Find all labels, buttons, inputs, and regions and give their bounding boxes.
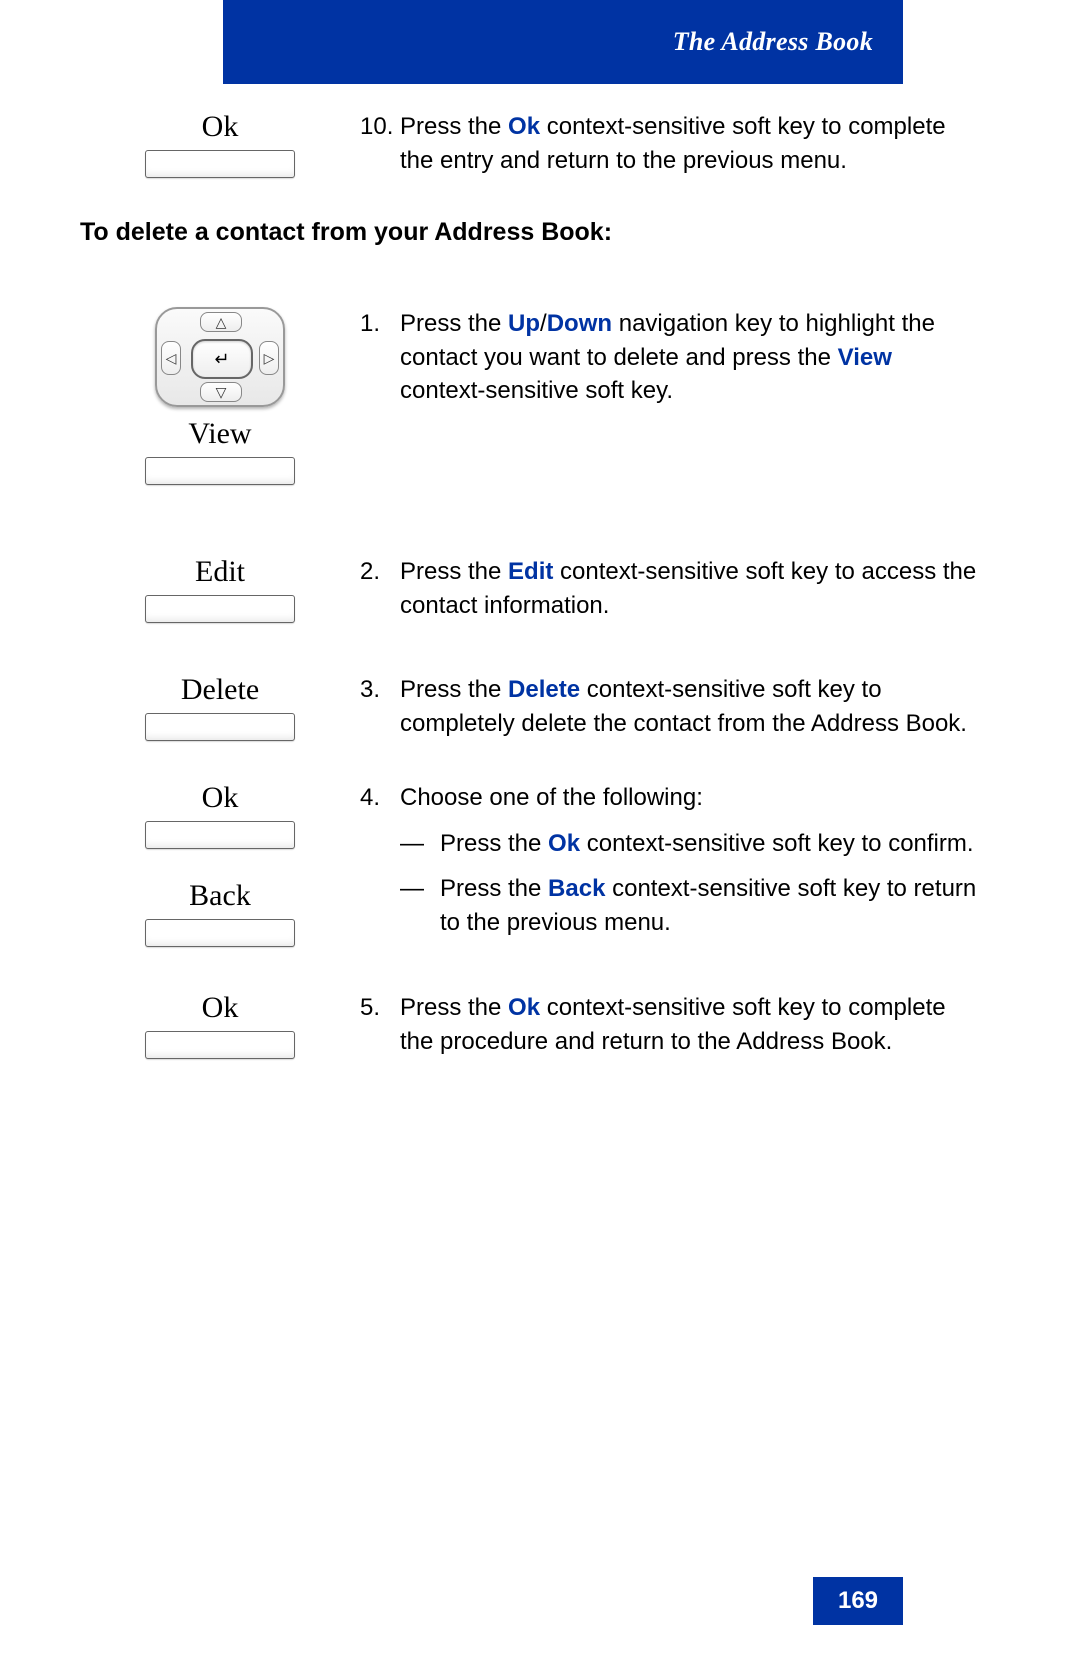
step-10-text: 10. Press the Ok context-sensitive soft … <box>360 110 980 177</box>
dpad-right-icon[interactable]: ▷ <box>259 341 279 375</box>
s4a1: Press the <box>440 830 548 857</box>
step-2-row: Edit 2. Press the Edit context-sensitive… <box>80 555 980 623</box>
softkey-ok3-label: Ok <box>202 991 239 1025</box>
content: Ok 10. Press the Ok context-sensitive so… <box>80 110 980 1089</box>
step-4-left: Ok Back <box>80 781 360 947</box>
dpad-up-icon[interactable]: △ <box>200 312 242 332</box>
up-emph: Up <box>508 310 540 337</box>
softkey-ok3-group: Ok <box>80 991 360 1059</box>
edit-emph: Edit <box>508 558 553 585</box>
s1p2: / <box>540 310 547 337</box>
dpad-left-icon[interactable]: ◁ <box>161 341 181 375</box>
step-5-row: Ok 5. Press the Ok context-sensitive sof… <box>80 991 980 1059</box>
softkey-ok3-button[interactable] <box>145 1031 295 1059</box>
ok-emph-2: Ok <box>548 830 580 857</box>
softkey-ok-button[interactable] <box>145 150 295 178</box>
s4intro: Choose one of the following: <box>400 784 703 811</box>
dpad: △ ▽ ◁ ▷ ↵ <box>155 307 285 407</box>
step-10-row: Ok 10. Press the Ok context-sensitive so… <box>80 110 980 178</box>
s1p1: Press the <box>400 310 508 337</box>
softkey-view-label: View <box>188 417 251 451</box>
softkey-ok-group: Ok <box>80 110 360 178</box>
softkey-edit-button[interactable] <box>145 595 295 623</box>
ok-emph: Ok <box>508 113 540 140</box>
softkey-view-button[interactable] <box>145 457 295 485</box>
page: The Address Book 169 Ok 10. Press the Ok… <box>0 0 1080 1669</box>
softkey-ok2-button[interactable] <box>145 821 295 849</box>
step-1-row: △ ▽ ◁ ▷ ↵ View 1. Press the Up/Down navi… <box>80 307 980 485</box>
softkey-ok2-label: Ok <box>202 781 239 815</box>
step-4-text: 4. Choose one of the following: — Press … <box>360 781 980 951</box>
back-emph: Back <box>548 875 605 902</box>
step-3-text: 3. Press the Delete context-sensitive so… <box>360 673 980 740</box>
softkey-ok-label: Ok <box>202 110 239 144</box>
step-4-options: — Press the Ok context-sensitive soft ke… <box>400 827 980 940</box>
step-2-text: 2. Press the Edit context-sensitive soft… <box>360 555 980 622</box>
page-number-text: 169 <box>838 1587 878 1615</box>
down-emph: Down <box>547 310 612 337</box>
step-4-row: Ok Back 4. Choose one of the following: … <box>80 781 980 951</box>
s1p4: context-sensitive soft key. <box>400 377 673 404</box>
header-title: The Address Book <box>673 27 873 57</box>
section-heading: To delete a contact from your Address Bo… <box>80 218 980 247</box>
dpad-enter-icon[interactable]: ↵ <box>191 339 253 379</box>
s3p1: Press the <box>400 676 508 703</box>
dash-1: — <box>400 827 440 861</box>
s4a2: context-sensitive soft key to confirm. <box>580 830 973 857</box>
ok-emph-3: Ok <box>508 994 540 1021</box>
page-number: 169 <box>813 1577 903 1625</box>
step-1-text: 1. Press the Up/Down navigation key to h… <box>360 307 980 408</box>
step-10-pre: Press the <box>400 113 508 140</box>
softkey-back-label: Back <box>189 879 251 913</box>
step-1-left: △ ▽ ◁ ▷ ↵ View <box>80 307 360 485</box>
softkey-edit-label: Edit <box>195 555 245 589</box>
step-3-row: Delete 3. Press the Delete context-sensi… <box>80 673 980 741</box>
softkey-edit-group: Edit <box>80 555 360 623</box>
dash-2: — <box>400 872 440 939</box>
step-5-number: 5. <box>360 991 400 1058</box>
softkey-delete-label: Delete <box>181 673 259 707</box>
view-emph: View <box>838 344 892 371</box>
s4b1: Press the <box>440 875 548 902</box>
dpad-down-icon[interactable]: ▽ <box>200 382 242 402</box>
step-1-number: 1. <box>360 307 400 408</box>
step-3-number: 3. <box>360 673 400 740</box>
softkey-delete-group: Delete <box>80 673 360 741</box>
s5p1: Press the <box>400 994 508 1021</box>
delete-emph: Delete <box>508 676 580 703</box>
step-2-number: 2. <box>360 555 400 622</box>
s2p1: Press the <box>400 558 508 585</box>
softkey-delete-button[interactable] <box>145 713 295 741</box>
step-5-text: 5. Press the Ok context-sensitive soft k… <box>360 991 980 1058</box>
step-10-number: 10. <box>360 110 400 177</box>
softkey-back-button[interactable] <box>145 919 295 947</box>
step-4-number: 4. <box>360 781 400 951</box>
header-band: The Address Book <box>223 0 903 84</box>
